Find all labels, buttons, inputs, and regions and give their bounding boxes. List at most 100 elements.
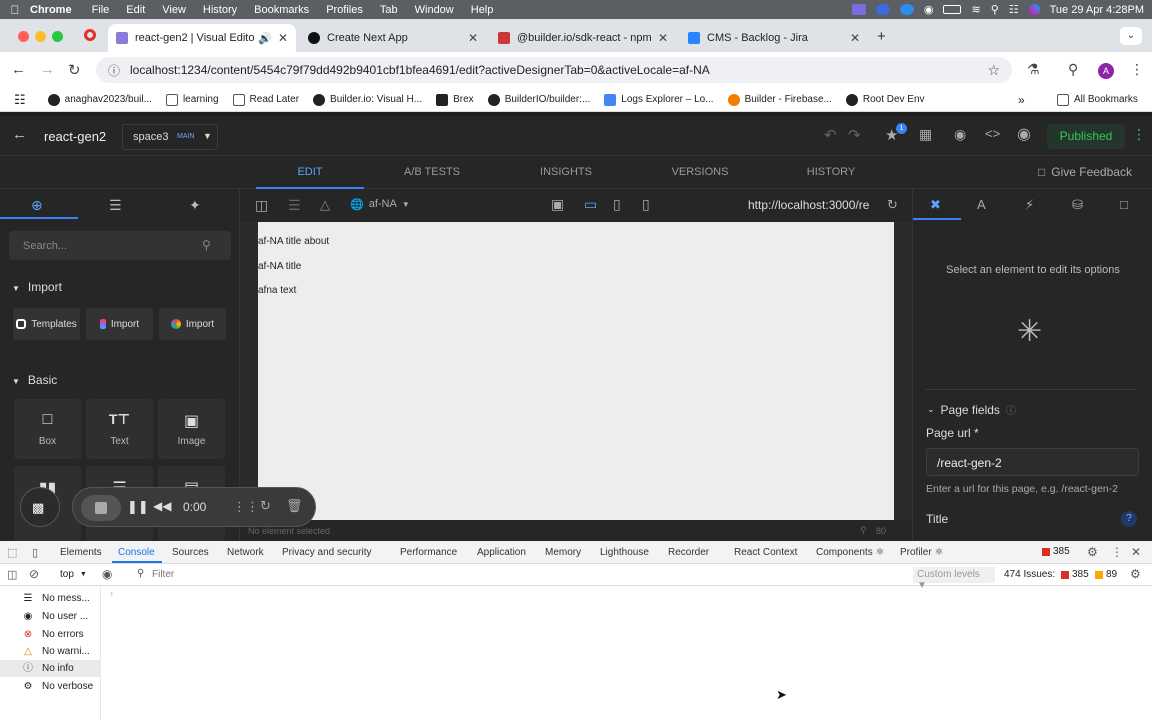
tab-edit[interactable]: EDIT xyxy=(256,156,364,189)
image-block[interactable]: ▣ Image xyxy=(158,399,225,459)
devtools-tab-recorder[interactable]: Recorder xyxy=(668,547,709,558)
tab-close-icon[interactable]: ✕ xyxy=(468,31,478,45)
locale-selector[interactable]: 🌐 af-NA ▼ xyxy=(350,198,410,211)
window-zoom-button[interactable] xyxy=(52,31,63,42)
bookmark-folder[interactable]: Read Later xyxy=(232,93,299,106)
devtools-tab-console[interactable]: Console xyxy=(118,547,155,558)
profile-avatar[interactable]: A xyxy=(1098,63,1114,79)
issues-warnings[interactable]: 89 xyxy=(1095,569,1117,580)
clear-console-icon[interactable]: ⊘ xyxy=(29,567,39,581)
devtools-tab-sources[interactable]: Sources xyxy=(172,547,209,558)
bookmark-folder[interactable]: learning xyxy=(165,93,219,106)
templates-button[interactable]: Templates xyxy=(13,308,80,340)
bookmark-item[interactable]: Builder - Firebase... xyxy=(727,93,832,106)
context-selector[interactable]: top ▼ xyxy=(60,569,87,580)
menu-edit[interactable]: Edit xyxy=(126,4,145,16)
menu-tab[interactable]: Tab xyxy=(380,4,398,16)
bookmark-item[interactable]: Brex xyxy=(436,93,474,106)
console-prompt-icon[interactable]: › xyxy=(110,588,113,598)
address-bar[interactable]: ⓘ localhost:1234/content/5454c79f79dd492… xyxy=(96,57,1012,83)
all-bookmarks[interactable]: All Bookmarks xyxy=(1057,93,1138,106)
sidebar-toggle-icon[interactable]: ◫ xyxy=(7,568,17,581)
bookmark-item[interactable]: anaghav2023/buil... xyxy=(47,93,152,106)
battery-icon[interactable] xyxy=(943,5,962,14)
tab-style[interactable]: ✖ xyxy=(913,189,961,220)
tab-insights[interactable]: INSIGHTS xyxy=(512,156,620,189)
preview-url[interactable]: http://localhost:3000/re xyxy=(748,198,883,212)
data-icon[interactable]: ⛁ xyxy=(1072,197,1083,213)
bookmark-star-icon[interactable]: ☆ xyxy=(987,62,1000,79)
menu-window[interactable]: Window xyxy=(415,4,454,16)
tab-close-icon[interactable]: ✕ xyxy=(850,31,860,45)
rewind-icon[interactable]: ◀◀ xyxy=(153,499,171,513)
console-filter-errors[interactable]: ⊗ No errors xyxy=(0,626,100,643)
tab-react-gen2[interactable]: react-gen2 | Visual Editor 🔊 ✕ xyxy=(108,24,296,52)
code-icon[interactable]: <> xyxy=(985,126,1000,141)
console-filter-verbose[interactable]: ⚙ No verbose xyxy=(0,678,100,695)
issues-label[interactable]: 474 Issues: xyxy=(1004,569,1055,580)
devtools-tab-react-context[interactable]: React Context xyxy=(734,547,797,558)
figma-import-button[interactable]: Import xyxy=(86,308,153,340)
tab-npm[interactable]: @builder.io/sdk-react - npm ✕ xyxy=(490,24,676,52)
comments-icon[interactable]: □ xyxy=(1120,197,1128,212)
devtools-tab-memory[interactable]: Memory xyxy=(545,547,581,558)
error-count-badge[interactable]: 385 xyxy=(1042,546,1070,557)
canvas-text-block[interactable]: af-NA title about xyxy=(258,236,329,247)
ai-sparkle-icon[interactable]: ✦ xyxy=(189,197,201,214)
console-settings-icon[interactable]: ⚙ xyxy=(1130,567,1141,581)
page-url-input[interactable]: /react-gen-2 xyxy=(926,448,1139,476)
give-feedback-button[interactable]: □ Give Feedback xyxy=(1038,165,1132,179)
audio-icon[interactable]: 🔊 xyxy=(258,32,272,45)
trash-icon[interactable]: 🗑 xyxy=(286,498,303,514)
console-filter-messages[interactable]: ☰ No mess... xyxy=(0,590,100,607)
extensions-icon[interactable]: ⚗ xyxy=(1027,61,1040,78)
interactions-bolt-icon[interactable]: ⚡ xyxy=(1025,197,1034,213)
apple-icon[interactable]:  xyxy=(0,3,30,17)
menu-app-name[interactable]: Chrome xyxy=(30,4,72,16)
browser-menu-icon[interactable]: ⋮ xyxy=(1130,61,1144,78)
import-section-toggle[interactable]: ▼ Import xyxy=(12,280,62,294)
tab-versions[interactable]: VERSIONS xyxy=(646,156,754,189)
tablet-view-icon[interactable]: ▯ xyxy=(613,196,621,213)
basic-section-toggle[interactable]: ▼ Basic xyxy=(12,373,57,387)
camera-toggle-button[interactable]: ▩ xyxy=(20,487,60,527)
typography-icon[interactable]: A xyxy=(977,197,986,212)
stop-recording-button[interactable] xyxy=(81,495,121,521)
preview-canvas[interactable]: af-NA title about af-NA title afna text xyxy=(258,222,894,520)
menubar-datetime[interactable]: Tue 29 Apr 4:28PM xyxy=(1050,4,1144,16)
tab-search-chevron-icon[interactable]: ⌄ xyxy=(1120,27,1142,45)
more-options-icon[interactable]: ⋮ xyxy=(1132,126,1146,143)
mobile-view-icon[interactable]: ▯ xyxy=(642,196,650,213)
devtools-tab-application[interactable]: Application xyxy=(477,547,526,558)
tab-ab-tests[interactable]: A/B TESTS xyxy=(378,156,486,189)
extension-puzzle-icon[interactable]: ⚲ xyxy=(1068,61,1078,78)
undo-icon[interactable]: ↶ xyxy=(824,126,837,144)
window-close-button[interactable] xyxy=(18,31,29,42)
page-fields-toggle[interactable]: ⌄ Page fields ⓘ xyxy=(927,402,1016,418)
menu-bookmarks[interactable]: Bookmarks xyxy=(254,4,309,16)
devtools-tab-components[interactable]: Components ⚛ xyxy=(816,547,884,558)
help-icon[interactable]: ⓘ xyxy=(1006,402,1016,417)
devtools-tab-lighthouse[interactable]: Lighthouse xyxy=(600,547,649,558)
publish-status-button[interactable]: Published xyxy=(1047,124,1125,149)
log-levels-dropdown[interactable]: Custom levels ▼ xyxy=(913,567,995,591)
live-expression-eye-icon[interactable]: ◉ xyxy=(102,567,112,581)
toggle-panels-icon[interactable]: ◫ xyxy=(255,197,268,214)
bookmark-item[interactable]: Logs Explorer – Lo... xyxy=(604,93,714,106)
zoom-icon[interactable] xyxy=(875,4,890,15)
canvas-text-block[interactable]: af-NA title xyxy=(258,261,301,272)
spotlight-search-icon[interactable]: ⚲ xyxy=(991,3,999,16)
devtools-menu-icon[interactable]: ⋮ xyxy=(1111,545,1123,559)
window-minimize-button[interactable] xyxy=(35,31,46,42)
menu-profiles[interactable]: Profiles xyxy=(326,4,363,16)
tab-jira[interactable]: CMS - Backlog - Jira ✕ xyxy=(680,24,868,52)
settings-gear-icon[interactable]: ⚙ xyxy=(1087,545,1098,559)
refresh-preview-icon[interactable]: ↻ xyxy=(887,197,898,213)
bookmarks-overflow-icon[interactable]: » xyxy=(1018,93,1025,107)
layers-icon[interactable]: ☰ xyxy=(109,197,122,214)
tab-close-icon[interactable]: ✕ xyxy=(658,31,668,45)
bookmark-item[interactable]: Root Dev Env xyxy=(845,93,925,106)
issues-errors[interactable]: 385 xyxy=(1061,569,1089,580)
web-import-button[interactable]: Import xyxy=(159,308,226,340)
canvas-text-block[interactable]: afna text xyxy=(258,285,296,296)
